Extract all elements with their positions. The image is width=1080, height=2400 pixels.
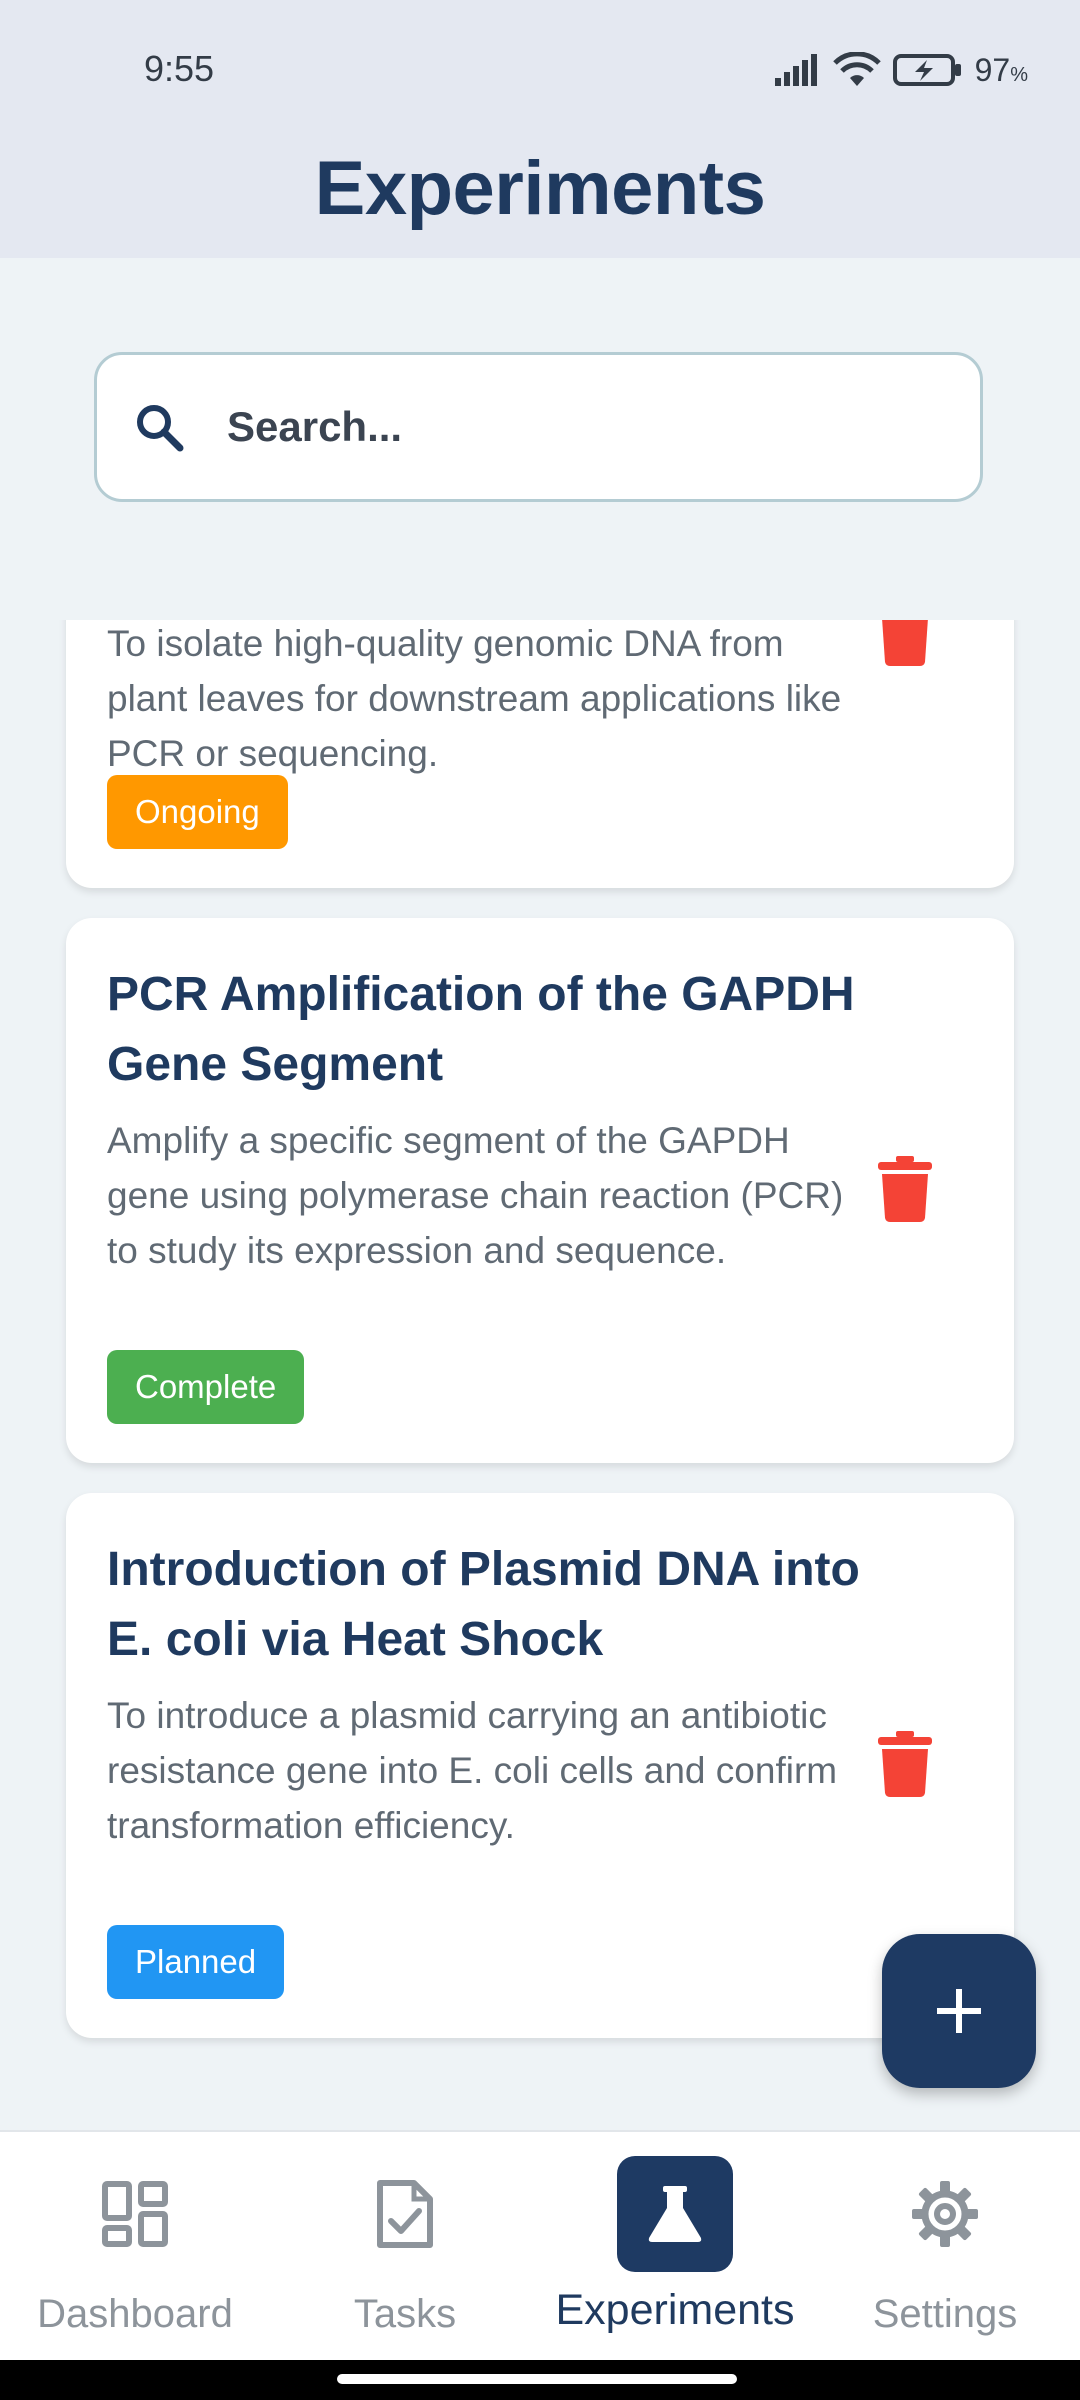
active-indicator xyxy=(617,2156,733,2272)
bottom-navigation: Dashboard Tasks Experiments Settings xyxy=(0,2130,1080,2362)
experiment-list[interactable]: To isolate high-quality genomic DNA from… xyxy=(0,620,1080,2130)
experiment-description: Amplify a specific segment of the GAPDH … xyxy=(107,1120,844,1271)
delete-icon[interactable] xyxy=(878,1731,932,1797)
status-icons: 97% xyxy=(773,50,1028,90)
nav-label: Settings xyxy=(872,2292,1018,2336)
app-header: 9:55 97% Experiments xyxy=(0,0,1080,258)
task-check-icon xyxy=(377,2180,433,2248)
status-badge: Complete xyxy=(107,1350,305,1424)
battery-charging-icon xyxy=(892,54,961,86)
nav-label: Tasks xyxy=(353,2292,457,2336)
status-time: 9:55 xyxy=(144,48,215,89)
search-bar[interactable] xyxy=(94,352,983,502)
delete-icon[interactable] xyxy=(878,620,932,666)
page-title: Experiments xyxy=(314,146,766,231)
add-experiment-button[interactable] xyxy=(882,1934,1036,2088)
gear-icon xyxy=(912,2181,978,2247)
signal-icon xyxy=(774,54,817,86)
flask-icon xyxy=(648,2186,702,2242)
status-badge: Planned xyxy=(107,1925,285,1999)
experiment-description: To isolate high-quality genomic DNA from… xyxy=(107,623,842,774)
dashboard-icon xyxy=(102,2181,168,2247)
experiment-description: To introduce a plasmid carrying an antib… xyxy=(107,1695,838,1846)
experiment-card[interactable]: Introduction of Plasmid DNA into E. coli… xyxy=(66,1493,1014,2038)
experiment-title: PCR Amplification of the GAPDH Gene Segm… xyxy=(107,968,855,1091)
nav-label: Experiments xyxy=(555,2286,795,2334)
status-bar: 9:55 97% xyxy=(0,0,1080,140)
delete-icon[interactable] xyxy=(878,1156,932,1222)
nav-experiments[interactable]: Experiments xyxy=(540,2132,810,2362)
nav-tasks[interactable]: Tasks xyxy=(270,2132,540,2362)
experiment-card[interactable]: To isolate high-quality genomic DNA from… xyxy=(66,620,1014,888)
plus-icon xyxy=(937,1989,981,2033)
nav-label: Dashboard xyxy=(37,2292,233,2336)
home-indicator[interactable] xyxy=(337,2374,737,2384)
search-icon xyxy=(133,401,185,453)
battery-percentage: 97% xyxy=(974,51,1028,88)
status-badge: Ongoing xyxy=(107,775,288,849)
nav-dashboard[interactable]: Dashboard xyxy=(0,2132,270,2362)
experiment-card[interactable]: PCR Amplification of the GAPDH Gene Segm… xyxy=(66,918,1014,1463)
nav-settings[interactable]: Settings xyxy=(810,2132,1080,2362)
search-input[interactable] xyxy=(225,402,929,452)
wifi-icon xyxy=(832,52,881,86)
experiment-title: Introduction of Plasmid DNA into E. coli… xyxy=(107,1543,860,1666)
